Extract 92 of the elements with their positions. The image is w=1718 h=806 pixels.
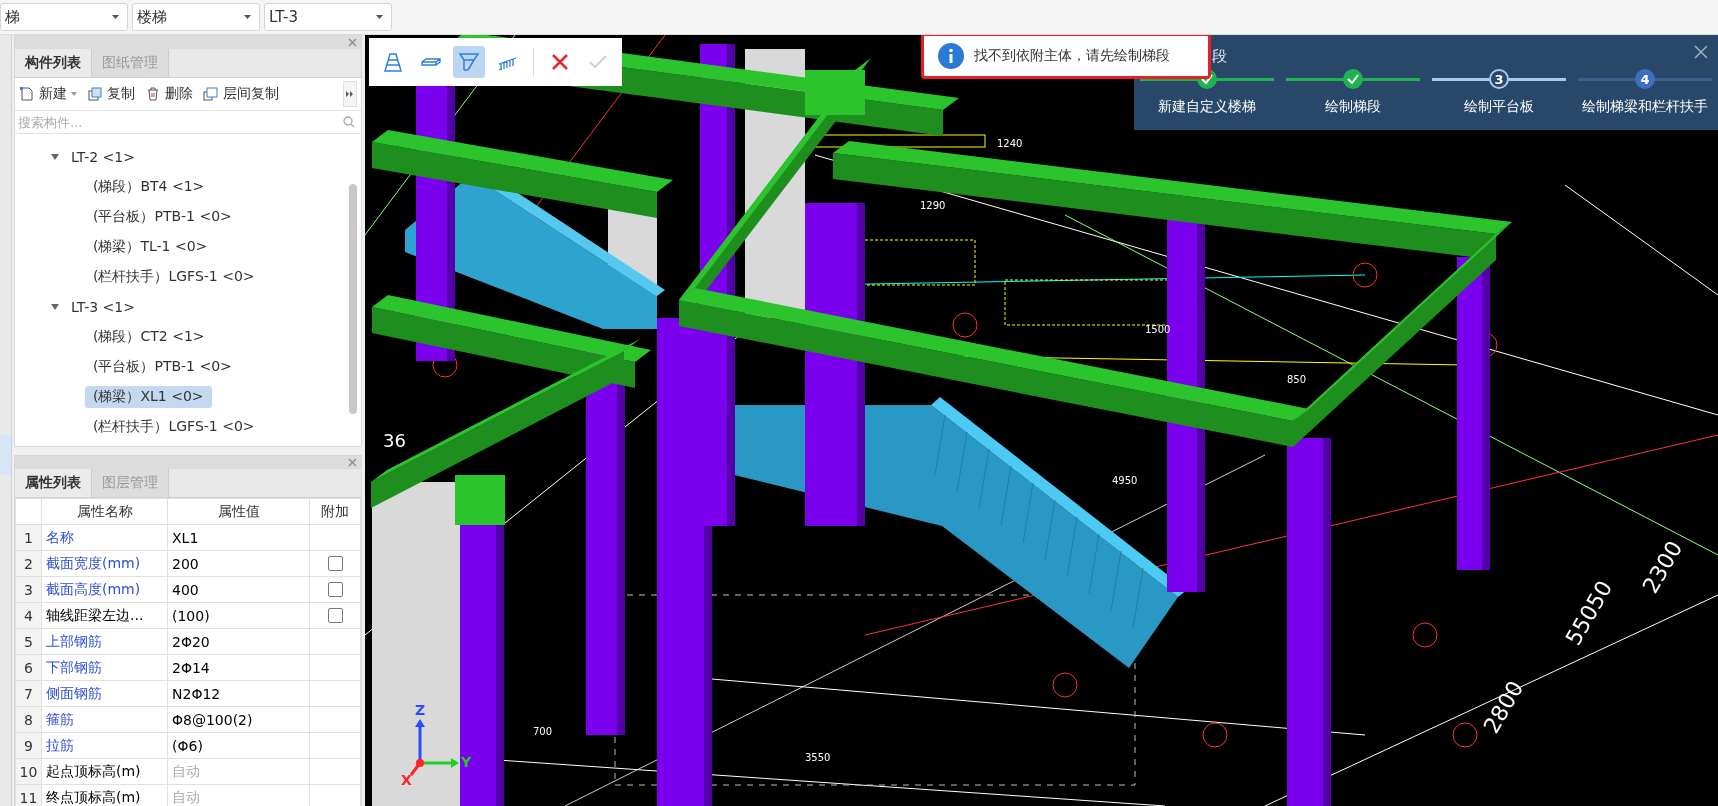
message-text: 找不到依附主体，请先绘制梯段 <box>974 47 1170 65</box>
close-icon[interactable] <box>348 38 357 47</box>
scrollbar[interactable] <box>349 184 357 414</box>
step-label: 绘制梯梁和栏杆扶手 <box>1582 98 1708 116</box>
axis-label: Z <box>415 702 426 718</box>
tree-item[interactable]: (梯段）CT2 <1> <box>85 326 213 348</box>
table-cell: 名称 <box>41 524 168 551</box>
info-icon <box>938 43 964 69</box>
tree-item[interactable]: (梯梁）XL1 <0> <box>85 386 212 408</box>
tree-item[interactable]: LT-3 <1> <box>63 297 143 317</box>
caret-icon <box>244 15 251 19</box>
step-label: 绘制梯段 <box>1325 98 1381 116</box>
more-button[interactable] <box>343 81 357 107</box>
row-number: 4 <box>15 602 42 629</box>
table-cell: (100) <box>167 602 310 629</box>
table-cell: Φ8@100(2) <box>167 706 310 733</box>
row-number: 11 <box>15 784 42 806</box>
table-cell: 2Φ20 <box>167 628 310 655</box>
row-number: 1 <box>15 524 42 551</box>
toolbar-button[interactable]: 复制 <box>87 85 135 103</box>
row-number: 9 <box>15 732 42 759</box>
table-cell: 起点顶标高(m) <box>41 758 168 785</box>
row-number: 5 <box>15 628 42 655</box>
row-number: 7 <box>15 680 42 707</box>
table-cell: 400 <box>167 576 310 603</box>
checkbox[interactable] <box>327 556 343 571</box>
row-number: 8 <box>15 706 42 733</box>
dropdown[interactable]: LT-3 <box>264 3 392 31</box>
expand-arrow-icon[interactable] <box>51 154 59 160</box>
checkbox[interactable] <box>327 582 343 597</box>
table-cell: N2Φ12 <box>167 680 310 707</box>
tree-item[interactable]: (平台板）PTB-1 <0> <box>85 356 240 378</box>
dimension-label: 4950 <box>1112 475 1138 486</box>
axis-label: X <box>401 772 412 788</box>
table-cell: 上部钢筋 <box>41 628 168 655</box>
close-icon[interactable] <box>348 458 357 467</box>
caret-icon[interactable] <box>71 92 77 96</box>
table-cell: (Φ6) <box>167 732 310 759</box>
tree-item[interactable]: (梯梁）TL-1 <0> <box>85 236 216 258</box>
dropdown[interactable]: 楼梯 <box>132 3 260 31</box>
wizard-title: 段 <box>1212 47 1227 66</box>
step-label: 绘制平台板 <box>1464 98 1534 116</box>
column-header: 属性名称 <box>41 498 168 525</box>
beam-icon[interactable] <box>453 46 485 78</box>
dimension-label: 1240 <box>997 138 1023 149</box>
dimension-label: 3550 <box>805 752 831 763</box>
tree-item[interactable]: (栏杆扶手）LGFS-1 <0> <box>85 416 263 438</box>
table-cell: 自动 <box>167 758 310 785</box>
table-cell: 200 <box>167 550 310 577</box>
step-number: 4 <box>1635 69 1655 89</box>
row-number: 10 <box>15 758 42 785</box>
dimension-label: 1290 <box>920 200 946 211</box>
dimension-label: 36 <box>383 430 406 451</box>
step-label: 新建自定义楼梯 <box>1158 98 1256 116</box>
table-cell: 下部钢筋 <box>41 654 168 681</box>
toolbar-button[interactable]: 删除 <box>145 85 193 103</box>
tree-item[interactable]: LT-2 <1> <box>63 147 143 167</box>
trash-icon <box>145 86 161 102</box>
column-header: 属性值 <box>167 498 310 525</box>
table-cell: 轴线距梁左边... <box>41 602 168 629</box>
tree-item[interactable]: (梯段）BT4 <1> <box>85 176 213 198</box>
copy-icon <box>203 86 219 102</box>
row-number: 3 <box>15 576 42 603</box>
toolbar-button[interactable]: 新建 <box>19 85 77 103</box>
table-cell: 拉筋 <box>41 732 168 759</box>
table-cell: 截面高度(mm) <box>41 576 168 603</box>
new-file-icon <box>19 86 35 102</box>
column-header: 附加 <box>309 498 361 525</box>
row-number: 2 <box>15 550 42 577</box>
axis-indicator-icon <box>409 719 459 776</box>
tree-item[interactable]: (平台板）PTB-1 <0> <box>85 206 240 228</box>
tree-item[interactable]: (栏杆扶手）LGFS-1 <0> <box>85 266 263 288</box>
row-number: 6 <box>15 654 42 681</box>
table-cell: XL1 <box>167 524 310 551</box>
expand-arrow-icon[interactable] <box>51 304 59 310</box>
search-icon <box>343 116 355 128</box>
toolbar-button[interactable]: 层间复制 <box>203 85 279 103</box>
caret-icon <box>112 15 119 19</box>
close-icon[interactable] <box>1694 45 1708 59</box>
dropdown[interactable]: 梯 <box>0 3 128 31</box>
table-cell: 截面宽度(mm) <box>41 550 168 577</box>
dimension-label: 700 <box>533 726 553 737</box>
table-cell: 侧面钢筋 <box>41 680 168 707</box>
table-cell: 2Φ14 <box>167 654 310 681</box>
table-cell: 箍筋 <box>41 706 168 733</box>
caret-icon <box>376 15 383 19</box>
copy-icon <box>87 86 103 102</box>
checkbox[interactable] <box>327 608 343 623</box>
double-arrow-icon <box>346 91 354 97</box>
axis-label: Y <box>461 754 472 770</box>
dimension-label: 850 <box>1287 374 1307 385</box>
step-number: 3 <box>1489 69 1509 89</box>
